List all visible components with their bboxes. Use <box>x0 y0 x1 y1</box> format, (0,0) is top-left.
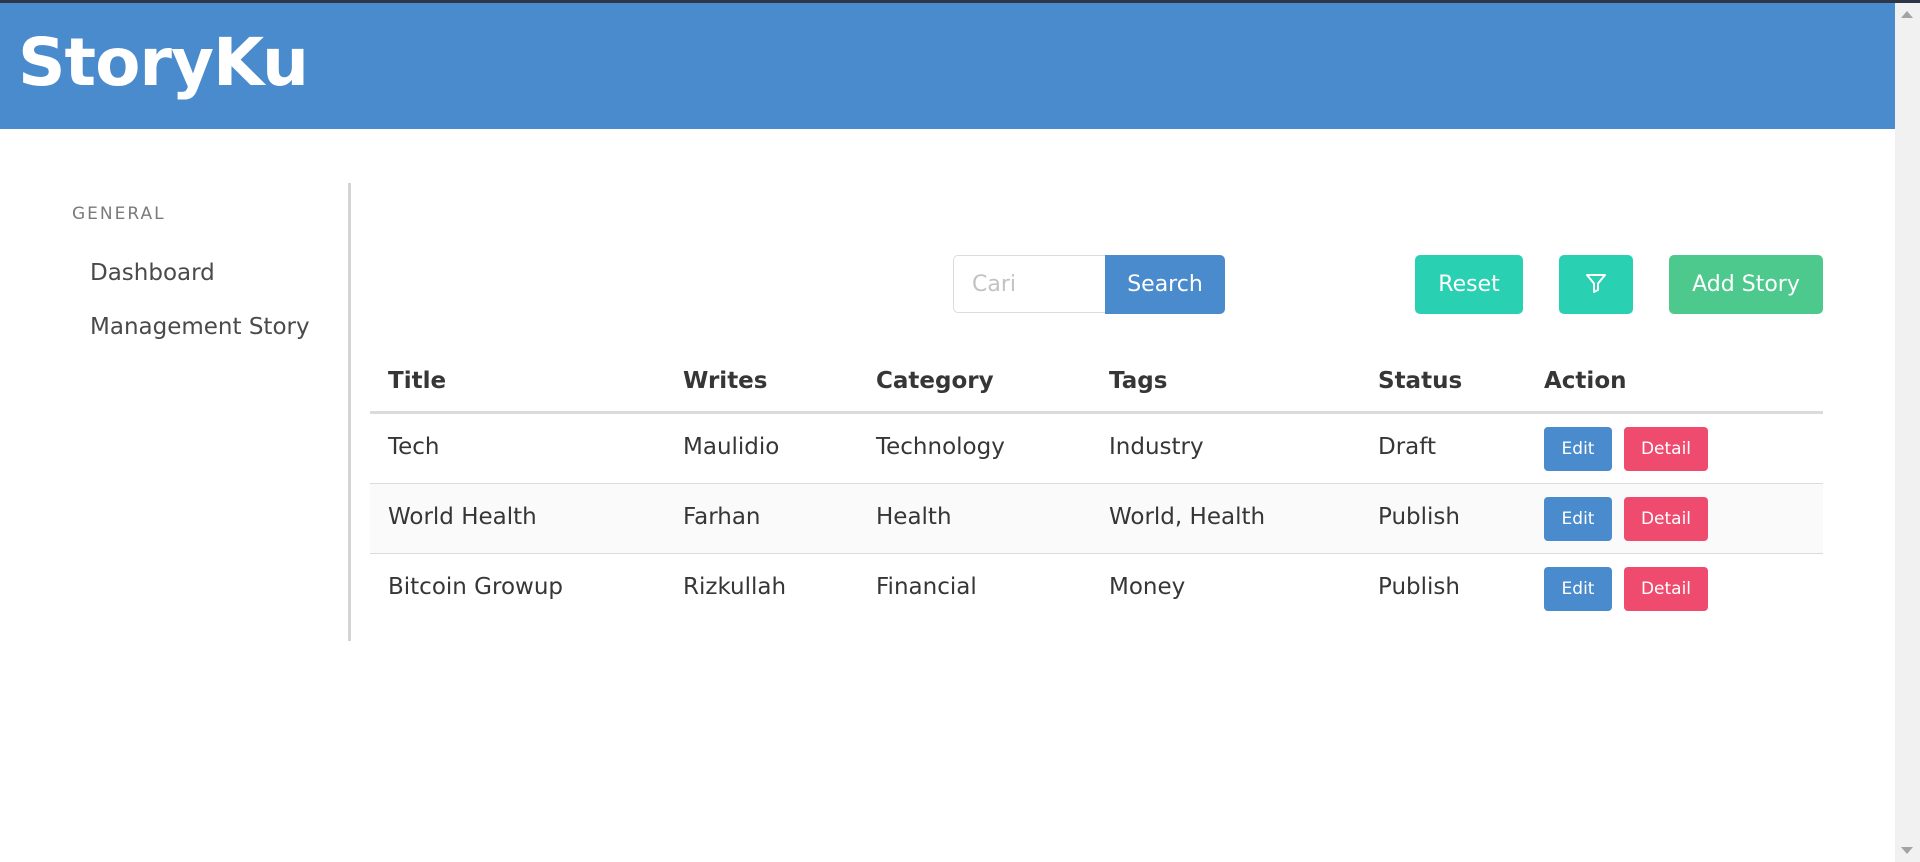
add-story-button[interactable]: Add Story <box>1669 255 1823 314</box>
table-row: Bitcoin Growup Rizkullah Financial Money… <box>370 554 1823 623</box>
sidebar-section-label: General <box>72 204 166 224</box>
column-header-writes: Writes <box>683 368 768 394</box>
reset-button[interactable]: Reset <box>1415 255 1523 314</box>
brand-logo[interactable]: StoryKu <box>18 21 309 105</box>
filter-icon <box>1584 271 1608 299</box>
cell-writes: Rizkullah <box>683 574 787 600</box>
vertical-scrollbar[interactable] <box>1895 3 1920 862</box>
column-header-tags: Tags <box>1109 368 1168 394</box>
cell-title: World Health <box>388 504 537 530</box>
column-header-action: Action <box>1544 368 1627 394</box>
column-header-status: Status <box>1378 368 1463 394</box>
sidebar-divider <box>348 183 351 641</box>
edit-button[interactable]: Edit <box>1544 567 1612 611</box>
cell-category: Technology <box>876 434 1005 460</box>
detail-button[interactable]: Detail <box>1624 497 1708 541</box>
scroll-down-arrow-icon[interactable] <box>1901 847 1913 854</box>
table-row: World Health Farhan Health World, Health… <box>370 484 1823 554</box>
cell-tags: Money <box>1109 574 1186 600</box>
cell-writes: Maulidio <box>683 434 780 460</box>
sidebar-item-dashboard[interactable]: Dashboard <box>90 260 215 286</box>
cell-status: Publish <box>1378 504 1460 530</box>
column-header-title: Title <box>388 368 447 394</box>
edit-button[interactable]: Edit <box>1544 427 1612 471</box>
detail-button[interactable]: Detail <box>1624 427 1708 471</box>
detail-button[interactable]: Detail <box>1624 567 1708 611</box>
table-header-row: Title Writes Category Tags Status Action <box>370 356 1823 414</box>
search-input[interactable] <box>953 255 1105 313</box>
sidebar-item-management-story[interactable]: Management Story <box>90 314 310 340</box>
search-button[interactable]: Search <box>1105 255 1225 314</box>
cell-category: Health <box>876 504 952 530</box>
cell-tags: World, Health <box>1109 504 1266 530</box>
cell-title: Tech <box>388 434 440 460</box>
edit-button[interactable]: Edit <box>1544 497 1612 541</box>
stories-table: Title Writes Category Tags Status Action… <box>370 356 1823 623</box>
cell-tags: Industry <box>1109 434 1204 460</box>
cell-status: Publish <box>1378 574 1460 600</box>
cell-title: Bitcoin Growup <box>388 574 564 600</box>
cell-writes: Farhan <box>683 504 761 530</box>
cell-category: Financial <box>876 574 977 600</box>
column-header-category: Category <box>876 368 994 394</box>
filter-button[interactable] <box>1559 255 1633 314</box>
cell-status: Draft <box>1378 434 1436 460</box>
navbar: StoryKu <box>0 3 1895 129</box>
scroll-up-arrow-icon[interactable] <box>1901 11 1913 18</box>
table-row: Tech Maulidio Technology Industry Draft … <box>370 414 1823 484</box>
